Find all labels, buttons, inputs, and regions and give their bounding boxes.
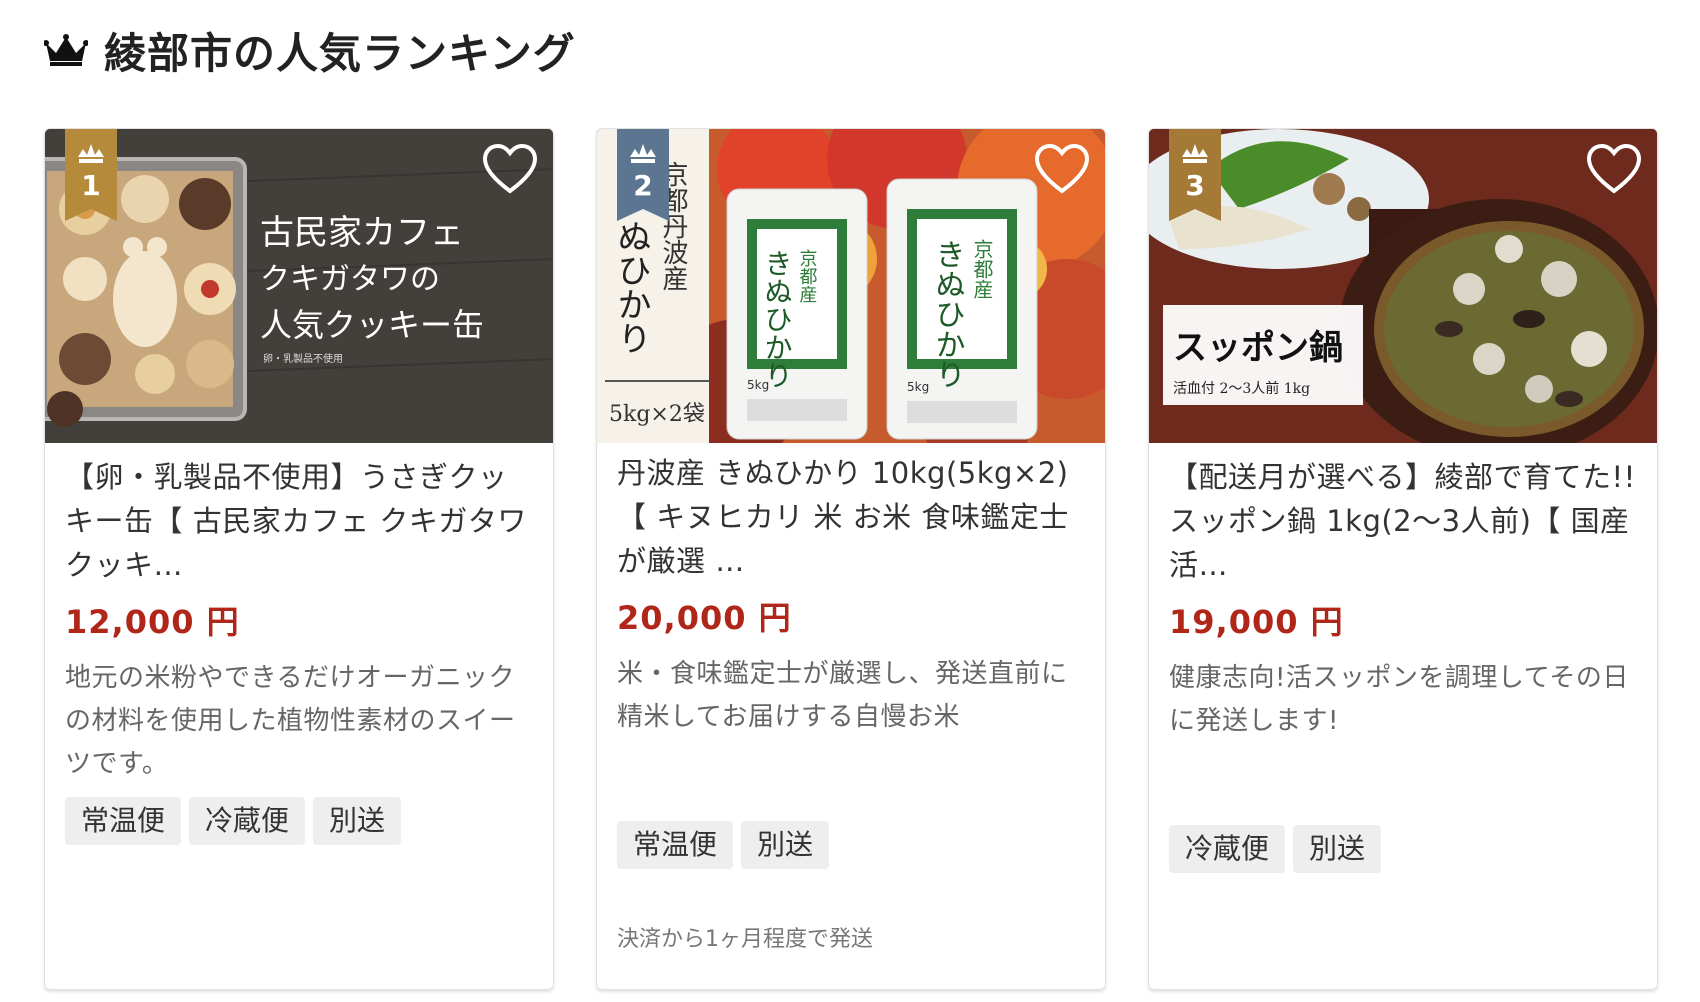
product-price: 12,000 円 (65, 603, 240, 641)
image-vertical-2: ぬひかり (611, 219, 651, 355)
image-text-small: 卵・乳製品不使用 (263, 352, 343, 365)
tag-list: 常温便 冷蔵便 別送 (65, 797, 402, 845)
product-card-3[interactable]: スッポン鍋 活血付 2〜3人前 1kg 3 【配送月が選べる】綾部で育てた!!ス… (1148, 128, 1658, 990)
product-image[interactable]: 京都丹波産 ぬひかり 5kg×2袋 京都産 きぬひかり 5kg 京都産 きぬひか… (597, 129, 1105, 443)
image-text-3: 人気クッキー缶 (260, 306, 484, 344)
image-weight: 5kg×2袋 (609, 402, 705, 427)
image-text-name: スッポン鍋 (1173, 328, 1343, 368)
product-description: 米・食味鑑定士が厳選し、発送直前に精米してお届けする自慢お米 (617, 659, 1068, 732)
product-description: 健康志向!活スッポンを調理してその日に発送します! (1169, 663, 1629, 736)
tag: 別送 (1293, 825, 1382, 873)
svg-text:きぬひかり: きぬひかり (761, 249, 794, 389)
product-card-2[interactable]: 京都丹波産 ぬひかり 5kg×2袋 京都産 きぬひかり 5kg 京都産 きぬひか… (596, 128, 1106, 990)
image-text-sub: 活血付 2〜3人前 1kg (1173, 380, 1310, 397)
tag: 別送 (741, 821, 830, 869)
svg-text:京都産: 京都産 (797, 249, 818, 303)
image-text-2: クキガタワの (260, 262, 440, 297)
tag: 冷蔵便 (189, 797, 306, 845)
heart-icon[interactable] (1585, 141, 1643, 199)
ranking-header: 綾部市の人気ランキング (44, 18, 576, 82)
product-image[interactable]: 古民家カフェ クキガタワの 人気クッキー缶 卵・乳製品不使用 (45, 129, 553, 443)
tag: 別送 (313, 797, 402, 845)
product-title[interactable]: 【配送月が選べる】綾部で育てた!!スッポン鍋 1kg(2〜3人前)【 国産 活… (1169, 455, 1639, 587)
product-description: 地元の米粉やできるだけオーガニックの材料を使用した植物性素材のスイーツです。 (65, 663, 516, 779)
tag: 冷蔵便 (1169, 825, 1286, 873)
heart-icon[interactable] (481, 141, 539, 199)
tag-list: 常温便 別送 (617, 821, 830, 869)
image-text-1: 古民家カフェ (260, 213, 464, 253)
svg-text:京都産: 京都産 (970, 239, 994, 299)
svg-text:きぬひかり: きぬひかり (930, 239, 965, 389)
svg-text:5kg: 5kg (747, 378, 769, 392)
tag-list: 冷蔵便 別送 (1169, 825, 1382, 873)
tag: 常温便 (65, 797, 182, 845)
crown-icon (44, 34, 88, 66)
rank-badge: 3 (1169, 129, 1221, 221)
svg-text:5kg: 5kg (907, 380, 929, 394)
rank-badge: 2 (617, 129, 669, 221)
page-title: 綾部市の人気ランキング (104, 28, 576, 78)
tag: 常温便 (617, 821, 734, 869)
product-title[interactable]: 【卵・乳製品不使用】うさぎクッキー缶【 古民家カフェ クキガタワ クッキ… (65, 455, 535, 587)
product-title[interactable]: 丹波産 きぬひかり 10kg(5kg×2)【 キヌヒカリ 米 お米 食味鑑定士 … (617, 451, 1087, 583)
heart-icon[interactable] (1033, 141, 1091, 199)
product-card-1[interactable]: 古民家カフェ クキガタワの 人気クッキー缶 卵・乳製品不使用 1 【卵・乳製品不… (44, 128, 554, 990)
product-price: 20,000 円 (617, 599, 792, 637)
rank-badge: 1 (65, 129, 117, 221)
shipping-note: 決済から1ヶ月程度で発送 (617, 927, 873, 952)
product-price: 19,000 円 (1169, 603, 1344, 641)
product-image[interactable]: スッポン鍋 活血付 2〜3人前 1kg (1149, 129, 1657, 443)
